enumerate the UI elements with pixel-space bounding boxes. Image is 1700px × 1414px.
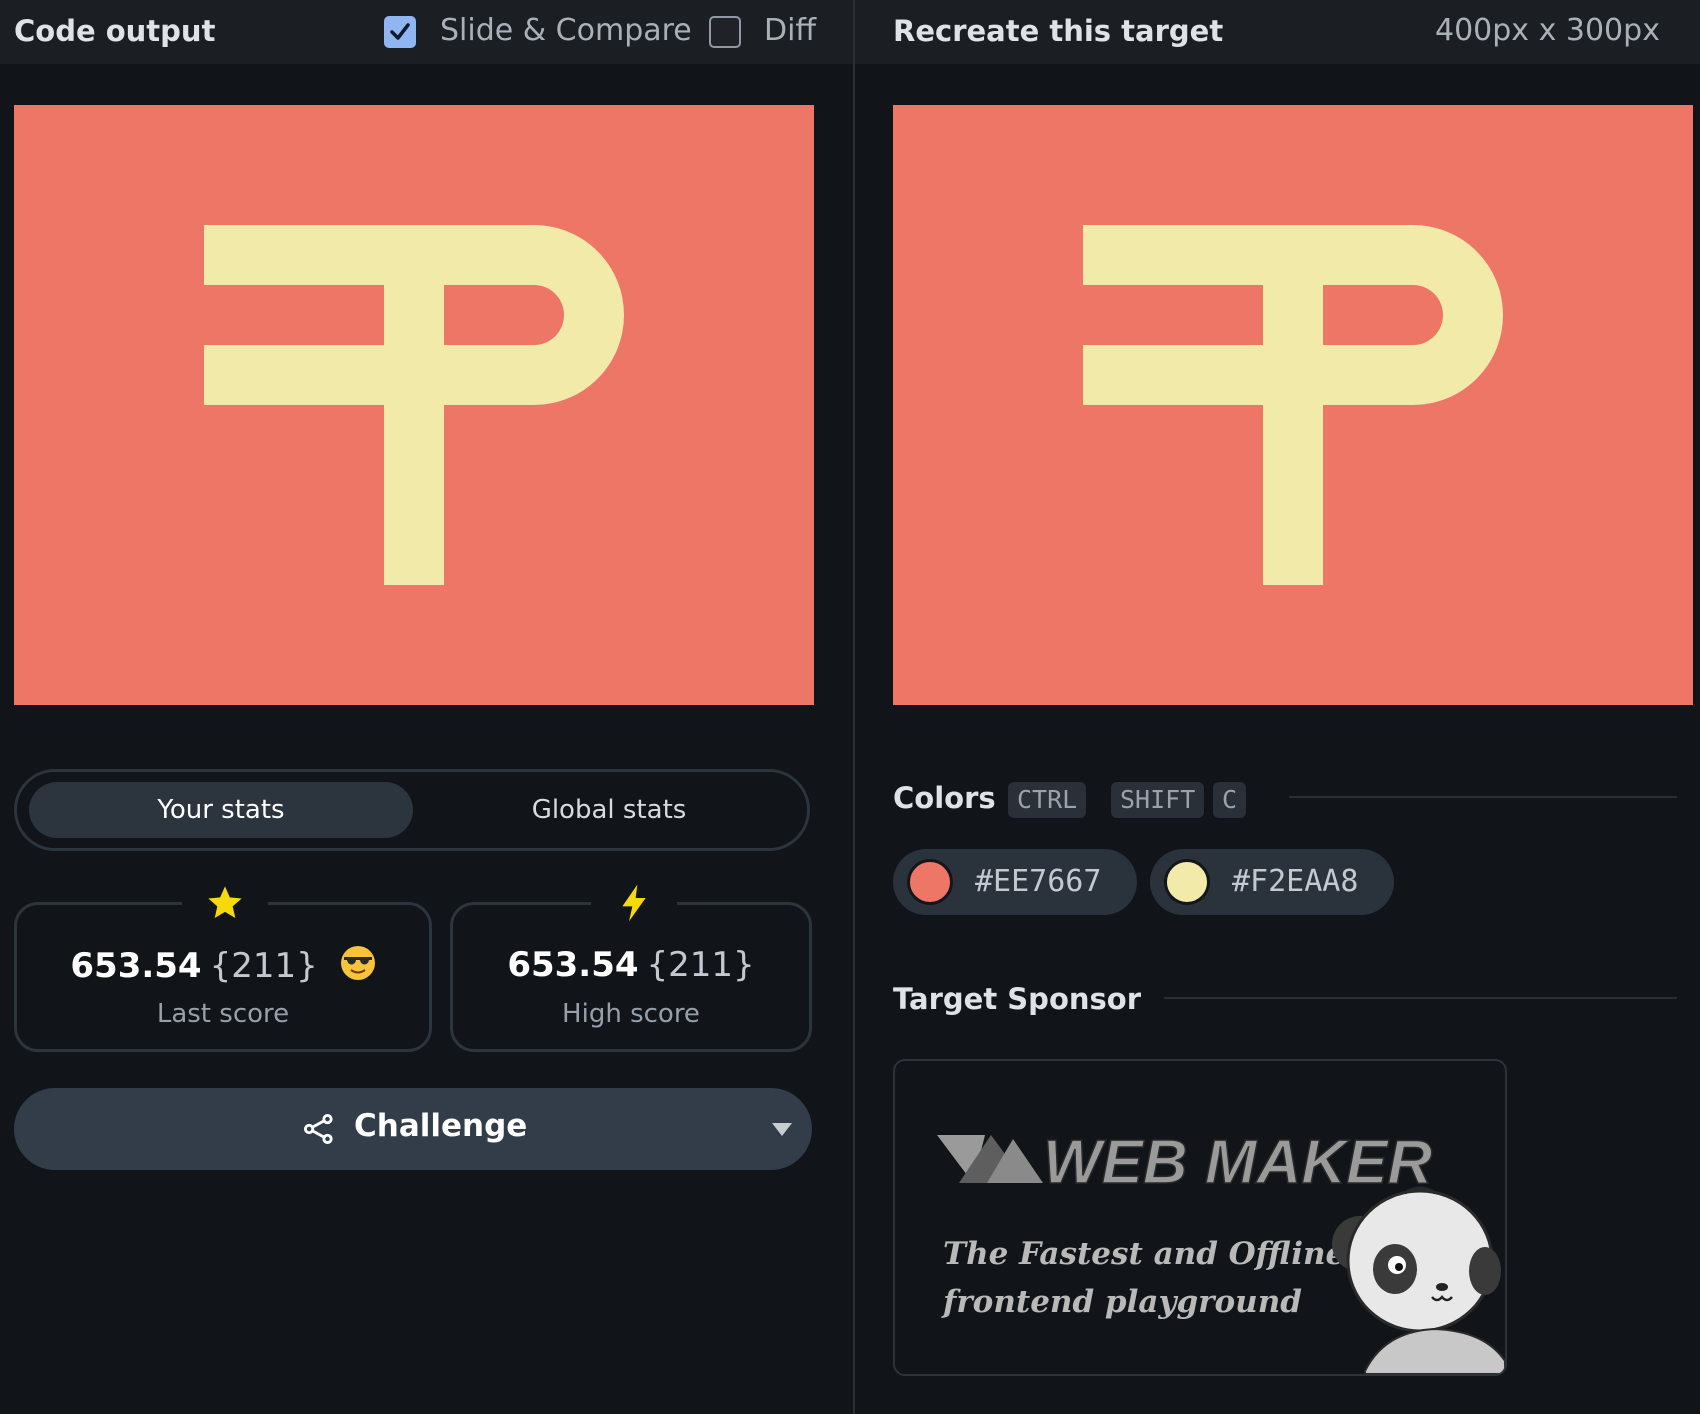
swatch-hex-1: #EE7667 bbox=[975, 864, 1102, 899]
color-swatch-1[interactable]: #EE7667 bbox=[893, 849, 1137, 915]
sponsor-divider bbox=[1164, 997, 1677, 999]
webmaker-ad: WEB MAKER The Fastest and Offline fronte… bbox=[937, 1127, 1505, 1374]
star-icon bbox=[182, 883, 268, 923]
output-design bbox=[14, 105, 814, 705]
target-design bbox=[893, 105, 1693, 705]
colors-divider bbox=[1289, 796, 1677, 798]
swatch-dot-1 bbox=[907, 859, 953, 905]
slide-compare-label[interactable]: Slide & Compare bbox=[440, 13, 692, 48]
last-score-value: 653.54 {211} bbox=[17, 945, 429, 986]
target-panel: Recreate this target 400px x 300px Color… bbox=[855, 0, 1700, 1414]
sponsor-tagline-2: frontend playground bbox=[941, 1284, 1302, 1320]
challenge-label: Challenge bbox=[354, 1108, 528, 1144]
swatch-hex-2: #F2EAA8 bbox=[1232, 864, 1359, 899]
slide-compare-checkbox[interactable] bbox=[384, 16, 416, 48]
tab-global-stats[interactable]: Global stats bbox=[417, 782, 801, 838]
sponsor-title: Target Sponsor bbox=[893, 982, 1142, 1016]
sunglasses-emoji-icon bbox=[340, 945, 376, 981]
share-icon bbox=[302, 1112, 336, 1150]
tab-your-stats[interactable]: Your stats bbox=[29, 782, 413, 838]
last-score-count: {211} bbox=[209, 946, 318, 986]
colors-title: Colors bbox=[893, 781, 996, 815]
high-score-card: 653.54 {211} High score bbox=[450, 883, 812, 1052]
sponsor-card[interactable]: WEB MAKER The Fastest and Offline fronte… bbox=[893, 1059, 1507, 1376]
kbd-shift: SHIFT bbox=[1111, 782, 1205, 818]
kbd-c: C bbox=[1213, 782, 1247, 818]
high-score-value: 653.54 {211} bbox=[507, 945, 755, 985]
swatch-dot-2 bbox=[1164, 859, 1210, 905]
caret-down-icon[interactable] bbox=[772, 1122, 792, 1141]
stats-tabs: Your stats Global stats bbox=[14, 769, 810, 851]
code-output-panel: Code output Slide & Compare Diff Your st… bbox=[0, 0, 853, 1414]
challenge-button[interactable]: Challenge bbox=[14, 1088, 812, 1170]
last-score-label: Last score bbox=[156, 999, 290, 1029]
last-score-card: 653.54 {211} Last score bbox=[14, 883, 432, 1052]
color-swatch-2[interactable]: #F2EAA8 bbox=[1150, 849, 1394, 915]
diff-label[interactable]: Diff bbox=[764, 13, 816, 48]
target-preview[interactable] bbox=[893, 105, 1693, 705]
check-icon bbox=[390, 23, 410, 40]
sponsor-tagline-1: The Fastest and Offline bbox=[943, 1236, 1345, 1272]
panda-mascot-icon bbox=[1332, 1186, 1505, 1374]
code-output-header: Code output Slide & Compare Diff bbox=[0, 0, 853, 64]
target-size: 400px x 300px bbox=[1435, 13, 1660, 48]
kbd-ctrl: CTRL bbox=[1008, 782, 1087, 818]
high-score-label: High score bbox=[562, 999, 700, 1029]
target-header: Recreate this target 400px x 300px bbox=[855, 0, 1700, 64]
lightning-icon bbox=[591, 883, 677, 923]
high-score-count: {211} bbox=[646, 945, 755, 985]
webmaker-logo-text: WEB MAKER bbox=[1043, 1128, 1432, 1197]
panel-title: Code output bbox=[14, 14, 216, 48]
target-title: Recreate this target bbox=[893, 14, 1224, 48]
diff-checkbox[interactable] bbox=[709, 16, 741, 48]
code-output-preview[interactable] bbox=[14, 105, 814, 705]
